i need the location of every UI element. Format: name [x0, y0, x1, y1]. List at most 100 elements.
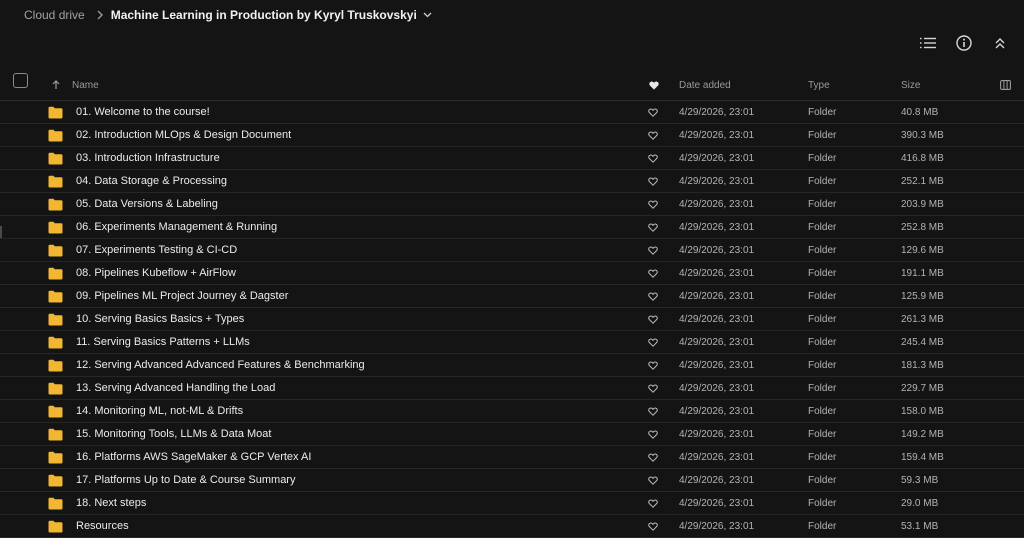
row-type: Folder [808, 175, 837, 187]
heart-outline-icon[interactable] [648, 170, 658, 192]
column-header-date[interactable]: Date added [679, 70, 731, 100]
heart-outline-icon[interactable] [648, 101, 658, 123]
folder-icon [48, 243, 63, 257]
row-date-added: 4/29/2026, 23:01 [679, 198, 755, 210]
table-row[interactable]: 07. Experiments Testing & CI-CD 4/29/2026… [0, 239, 1024, 262]
file-list: 01. Welcome to the course! 4/29/2026, 23:… [0, 101, 1024, 538]
row-type: Folder [808, 497, 837, 509]
favorites-heart-icon[interactable] [649, 70, 659, 100]
row-name[interactable]: 01. Welcome to the course! [76, 101, 210, 123]
folder-icon [48, 381, 63, 395]
folder-icon [48, 128, 63, 142]
sort-arrow-up-icon[interactable] [52, 70, 60, 100]
row-name[interactable]: 02. Introduction MLOps & Design Document [76, 124, 291, 146]
heart-outline-icon[interactable] [648, 216, 658, 238]
heart-outline-icon[interactable] [648, 308, 658, 330]
row-name[interactable]: 15. Monitoring Tools, LLMs & Data Moat [76, 423, 271, 445]
row-type: Folder [808, 129, 837, 141]
row-name[interactable]: 06. Experiments Management & Running [76, 216, 277, 238]
folder-icon [48, 266, 63, 280]
row-date-added: 4/29/2026, 23:01 [679, 175, 755, 187]
table-row[interactable]: 01. Welcome to the course! 4/29/2026, 23:… [0, 101, 1024, 124]
column-header-name[interactable]: Name [72, 70, 99, 100]
list-view-icon[interactable] [918, 33, 938, 53]
row-type: Folder [808, 152, 837, 164]
info-icon[interactable] [954, 33, 974, 53]
row-size: 203.9 MB [901, 198, 944, 210]
table-row[interactable]: 12. Serving Advanced Advanced Features &… [0, 354, 1024, 377]
row-name[interactable]: 04. Data Storage & Processing [76, 170, 227, 192]
table-row[interactable]: 05. Data Versions & Labeling 4/29/2026, 2… [0, 193, 1024, 216]
row-date-added: 4/29/2026, 23:01 [679, 382, 755, 394]
table-row[interactable]: 11. Serving Basics Patterns + LLMs 4/29/2… [0, 331, 1024, 354]
heart-outline-icon[interactable] [648, 515, 658, 537]
row-name[interactable]: 17. Platforms Up to Date & Course Summar… [76, 469, 295, 491]
heart-outline-icon[interactable] [648, 147, 658, 169]
row-date-added: 4/29/2026, 23:01 [679, 129, 755, 141]
row-type: Folder [808, 336, 837, 348]
row-name[interactable]: 14. Monitoring ML, not-ML & Drifts [76, 400, 243, 422]
folder-icon [48, 312, 63, 326]
table-row[interactable]: 13. Serving Advanced Handling the Load 4/… [0, 377, 1024, 400]
breadcrumb-current-folder[interactable]: Machine Learning in Production by Kyryl … [111, 8, 417, 22]
heart-outline-icon[interactable] [648, 492, 658, 514]
row-name[interactable]: 09. Pipelines ML Project Journey & Dagst… [76, 285, 288, 307]
row-name[interactable]: 18. Next steps [76, 492, 146, 514]
row-name[interactable]: 07. Experiments Testing & CI-CD [76, 239, 237, 261]
heart-outline-icon[interactable] [648, 331, 658, 353]
row-type: Folder [808, 428, 837, 440]
heart-outline-icon[interactable] [648, 124, 658, 146]
heart-outline-icon[interactable] [648, 377, 658, 399]
row-type: Folder [808, 382, 837, 394]
row-date-added: 4/29/2026, 23:01 [679, 428, 755, 440]
row-date-added: 4/29/2026, 23:01 [679, 359, 755, 371]
heart-outline-icon[interactable] [648, 239, 658, 261]
table-row[interactable]: 06. Experiments Management & Running 4/29… [0, 216, 1024, 239]
row-name[interactable]: 11. Serving Basics Patterns + LLMs [76, 331, 250, 353]
row-type: Folder [808, 221, 837, 233]
heart-outline-icon[interactable] [648, 469, 658, 491]
table-row[interactable]: 15. Monitoring Tools, LLMs & Data Moat 4/… [0, 423, 1024, 446]
table-row[interactable]: 14. Monitoring ML, not-ML & Drifts 4/29/2… [0, 400, 1024, 423]
row-name[interactable]: 08. Pipelines Kubeflow + AirFlow [76, 262, 236, 284]
table-row[interactable]: 10. Serving Basics Basics + Types 4/29/20… [0, 308, 1024, 331]
table-row[interactable]: 08. Pipelines Kubeflow + AirFlow 4/29/202… [0, 262, 1024, 285]
row-date-added: 4/29/2026, 23:01 [679, 497, 755, 509]
collapse-up-icon[interactable] [990, 33, 1010, 53]
row-size: 252.1 MB [901, 175, 944, 187]
table-row[interactable]: 16. Platforms AWS SageMaker & GCP Vertex… [0, 446, 1024, 469]
row-name[interactable]: Resources [76, 515, 129, 537]
heart-outline-icon[interactable] [648, 285, 658, 307]
heart-outline-icon[interactable] [648, 193, 658, 215]
row-name[interactable]: 16. Platforms AWS SageMaker & GCP Vertex… [76, 446, 311, 468]
heart-outline-icon[interactable] [648, 262, 658, 284]
heart-outline-icon[interactable] [648, 354, 658, 376]
table-row[interactable]: 17. Platforms Up to Date & Course Summar… [0, 469, 1024, 492]
table-row[interactable]: 03. Introduction Infrastructure 4/29/2026… [0, 147, 1024, 170]
table-row[interactable]: 09. Pipelines ML Project Journey & Dagst… [0, 285, 1024, 308]
row-type: Folder [808, 106, 837, 118]
row-size: 416.8 MB [901, 152, 944, 164]
select-all-checkbox[interactable] [13, 73, 28, 88]
row-type: Folder [808, 474, 837, 486]
chevron-down-icon[interactable] [423, 12, 432, 18]
column-header-size[interactable]: Size [901, 70, 920, 100]
heart-outline-icon[interactable] [648, 446, 658, 468]
row-name[interactable]: 12. Serving Advanced Advanced Features &… [76, 354, 365, 376]
breadcrumb-root-link[interactable]: Cloud drive [24, 8, 85, 22]
columns-settings-icon[interactable] [1000, 70, 1011, 100]
heart-outline-icon[interactable] [648, 400, 658, 422]
table-row[interactable]: 18. Next steps 4/29/2026, 23:01 Folder 29.0… [0, 492, 1024, 515]
column-header-type[interactable]: Type [808, 70, 830, 100]
row-name[interactable]: 05. Data Versions & Labeling [76, 193, 218, 215]
row-type: Folder [808, 359, 837, 371]
row-size: 53.1 MB [901, 520, 939, 532]
heart-outline-icon[interactable] [648, 423, 658, 445]
folder-icon [48, 220, 63, 234]
row-name[interactable]: 13. Serving Advanced Handling the Load [76, 377, 275, 399]
table-row[interactable]: Resources 4/29/2026, 23:01 Folder 53.1 MB [0, 515, 1024, 538]
table-row[interactable]: 02. Introduction MLOps & Design Document… [0, 124, 1024, 147]
row-name[interactable]: 10. Serving Basics Basics + Types [76, 308, 244, 330]
table-row[interactable]: 04. Data Storage & Processing 4/29/2026, … [0, 170, 1024, 193]
row-name[interactable]: 03. Introduction Infrastructure [76, 147, 220, 169]
